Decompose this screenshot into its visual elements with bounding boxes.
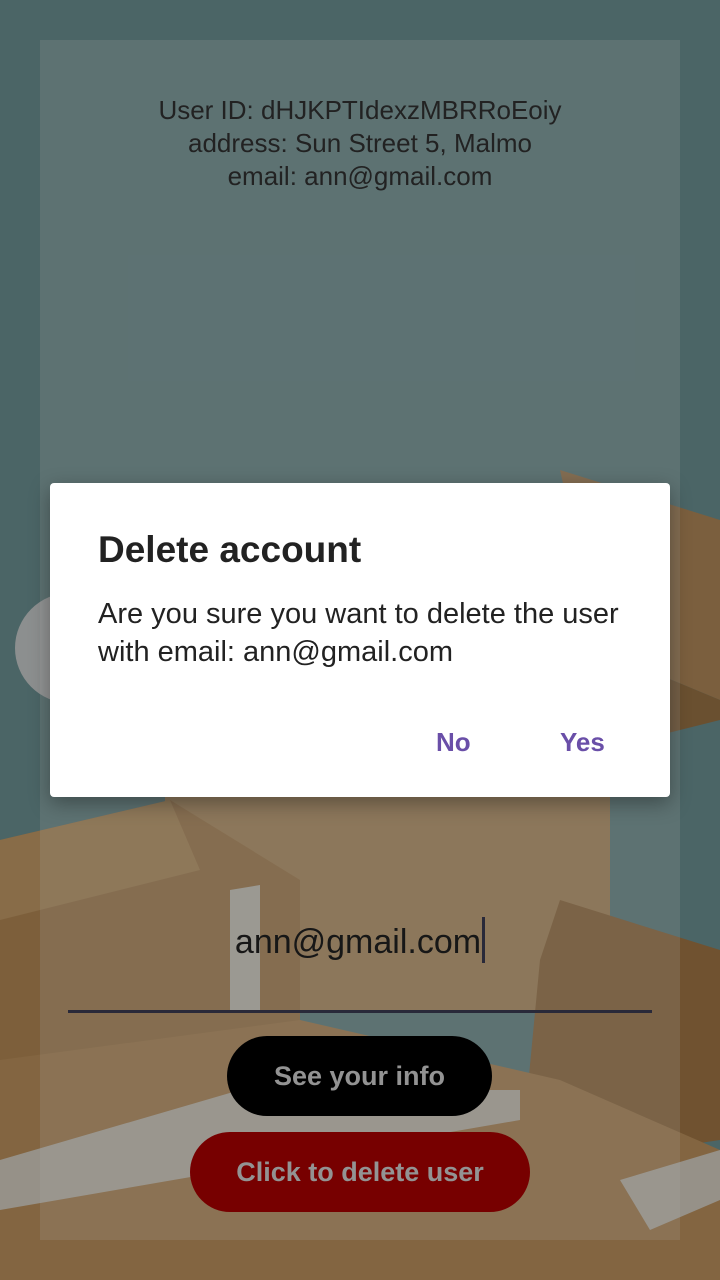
dialog-message: Are you sure you want to delete the user… xyxy=(98,598,619,668)
dialog-no-button[interactable]: No xyxy=(428,723,479,762)
dialog-yes-button[interactable]: Yes xyxy=(552,723,613,762)
delete-account-dialog: Delete account Are you sure you want to … xyxy=(50,483,670,797)
app-screen: User ID: dHJKPTIdexzMBRRoEoiy address: S… xyxy=(0,0,720,1280)
dialog-title: Delete account xyxy=(98,529,362,570)
